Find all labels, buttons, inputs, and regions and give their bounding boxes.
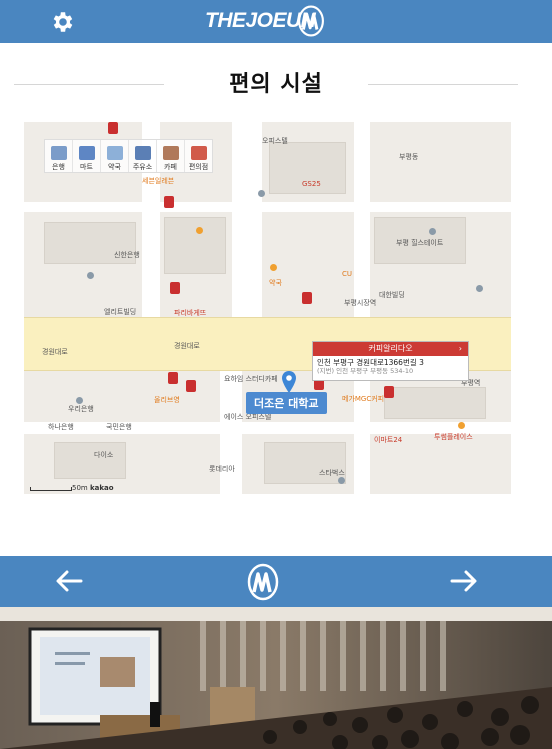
place-popup[interactable]: 커피알리다오 › 인천 부평구 경원대로1366번길 3 (지번) 인천 부평구… [312, 341, 469, 381]
bank-icon [50, 146, 67, 160]
category-gas-station[interactable]: 주유소 [129, 140, 157, 172]
poi-label: 투썸플레이스 [434, 433, 473, 441]
poi-label: 부평시장역 [344, 299, 377, 307]
poi-label: 올리브영 [154, 396, 180, 404]
poi-label: 요하임 스터디카페 [224, 375, 278, 383]
map-block [164, 217, 226, 274]
map-road [232, 122, 262, 317]
poi-label: 이마트24 [374, 436, 403, 444]
poi-marker[interactable] [76, 397, 83, 404]
poi-label: CU [342, 270, 353, 278]
category-label: 은행 [52, 163, 65, 171]
category-mart[interactable]: 마트 [73, 140, 101, 172]
map-block [54, 442, 126, 479]
category-label: 카페 [164, 163, 177, 171]
map-block [384, 387, 486, 419]
map-road [354, 122, 370, 494]
poi-label: 신한은행 [114, 251, 140, 259]
category-label: 약국 [108, 163, 121, 171]
convenience-marker[interactable] [108, 122, 118, 134]
poi-label: 국민은행 [106, 423, 132, 431]
poi-label: 다이소 [94, 451, 114, 459]
category-label: 주유소 [132, 163, 153, 171]
poi-label: 부평 힐스테이트 [396, 239, 444, 247]
convenience-marker[interactable] [168, 372, 178, 384]
category-label: 편의점 [188, 163, 209, 171]
road-label: 경원대로 [174, 342, 200, 350]
category-cafe[interactable]: 카페 [157, 140, 185, 172]
poi-marker[interactable] [87, 272, 94, 279]
poi-marker[interactable] [458, 422, 465, 429]
pharmacy-icon [106, 146, 123, 160]
popup-body: 인천 부평구 경원대로1366번길 3 (지번) 인천 부평구 부평동 534-… [313, 356, 468, 378]
top-header: THEJOEUN [0, 0, 552, 43]
arrow-right-icon[interactable] [450, 569, 478, 593]
popup-sub-address: (지번) 인천 부평구 부평동 534-10 [317, 367, 414, 375]
bottom-nav [0, 556, 552, 607]
convenience-marker[interactable] [170, 282, 180, 294]
category-bank[interactable]: 은행 [45, 140, 73, 172]
lecture-hall-photo [0, 607, 552, 749]
poi-label: 세븐일레븐 [142, 177, 175, 185]
convenience-store-icon [190, 146, 207, 160]
map-view[interactable]: 경원대로 경원대로 오피스텔 GS25 세븐일레븐 부평동 CU 부평 힐스테이… [24, 122, 511, 494]
popup-header[interactable]: 커피알리다오 › [313, 342, 468, 356]
mart-icon [78, 146, 95, 160]
map-road [24, 202, 511, 212]
poi-label: 약국 [269, 279, 282, 287]
category-filter-bar: 은행 마트 약국 주유소 카페 편의점 [44, 139, 213, 173]
poi-marker[interactable] [429, 228, 436, 235]
poi-label: 엘리트빌딩 [104, 308, 137, 316]
convenience-marker[interactable] [302, 292, 312, 304]
category-convenience-store[interactable]: 편의점 [185, 140, 212, 172]
scale-bar [30, 487, 72, 491]
poi-label: 메가MGC커피 [342, 395, 385, 403]
poi-label: 우리은행 [68, 405, 94, 413]
poi-label: 롯데리아 [209, 465, 235, 473]
gas-station-icon [134, 146, 151, 160]
page-title: 편의 시설 [229, 72, 323, 97]
arrow-left-icon[interactable] [55, 569, 83, 593]
poi-marker[interactable] [338, 477, 345, 484]
poi-label: 파리바게뜨 [174, 309, 207, 317]
poi-label: 하나은행 [48, 423, 74, 431]
popup-place-name: 커피알리다오 [368, 344, 413, 353]
popup-address: 인천 부평구 경원대로1366번길 3 [317, 358, 424, 367]
map-brand: kakao [89, 484, 114, 492]
title-rule-right [368, 84, 518, 85]
convenience-marker[interactable] [186, 380, 196, 392]
category-label: 마트 [80, 163, 93, 171]
poi-label: 부평동 [399, 153, 419, 161]
poi-marker[interactable] [270, 264, 277, 271]
scale-value: 50m [72, 484, 88, 492]
location-pin-icon[interactable] [282, 371, 296, 393]
convenience-marker[interactable] [164, 196, 174, 208]
brand-mark-icon [298, 5, 324, 37]
brand-mark-icon[interactable] [243, 562, 283, 602]
lecture-hall-illustration [0, 607, 552, 749]
convenience-marker[interactable] [384, 386, 394, 398]
poi-label: GS25 [302, 180, 321, 188]
cafe-icon [162, 146, 179, 160]
scale-label: 50m kakao [72, 484, 114, 492]
campus-label[interactable]: 더조은 대학교 [246, 392, 327, 414]
gear-icon[interactable] [50, 9, 76, 35]
poi-label: 오피스텔 [262, 137, 288, 145]
category-pharmacy[interactable]: 약국 [101, 140, 129, 172]
road-label: 경원대로 [42, 348, 68, 356]
poi-marker[interactable] [258, 190, 265, 197]
poi-label: 대한빌딩 [379, 291, 405, 299]
chevron-right-icon[interactable]: › [459, 342, 462, 356]
poi-marker[interactable] [196, 227, 203, 234]
poi-marker[interactable] [476, 285, 483, 292]
